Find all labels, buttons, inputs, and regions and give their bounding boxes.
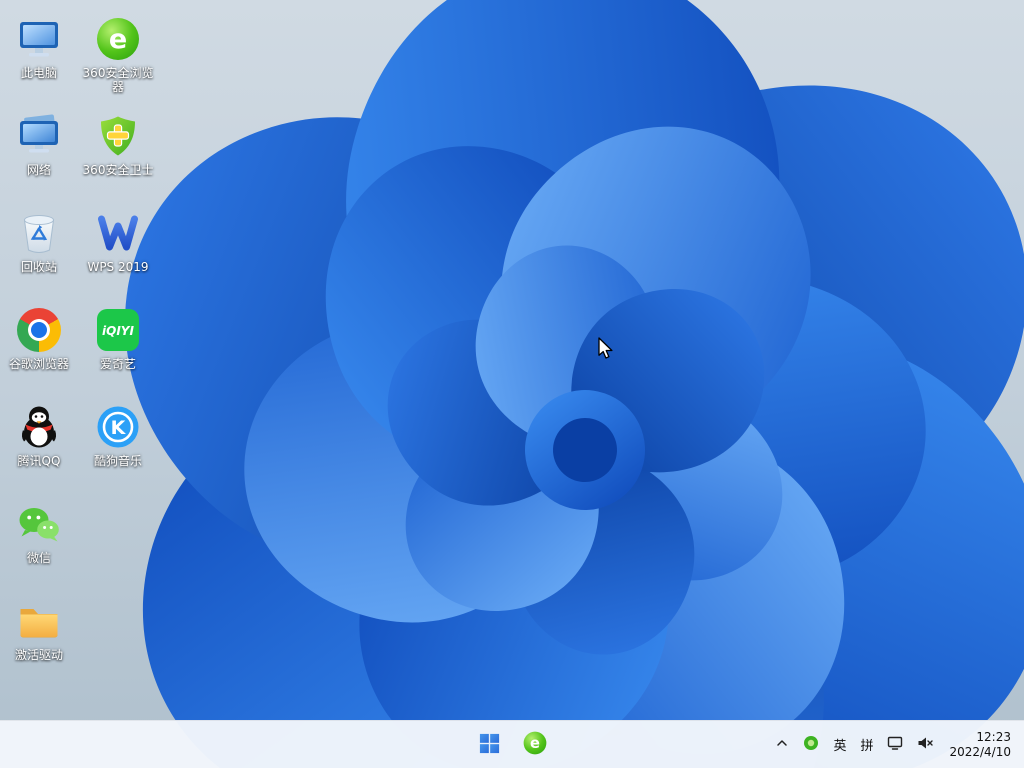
wechat-bubbles-icon [15, 500, 63, 548]
svg-text:iQIYI: iQIYI [102, 324, 134, 338]
volume-button[interactable] [910, 725, 940, 765]
folder-icon [15, 597, 63, 645]
desktop-icon-qq[interactable]: 腾讯QQ [0, 394, 78, 491]
system-tray: 英 拼 12:23 2022/4/10 [768, 721, 1020, 768]
qq-penguin-icon [15, 403, 63, 451]
desktop-icon-column-1: 此电脑 网络 回收站 谷歌浏览器 腾讯QQ 微信 激活驱动 [0, 6, 78, 685]
tray-360-button[interactable] [796, 725, 826, 765]
clock[interactable]: 12:23 2022/4/10 [940, 725, 1020, 765]
desktop-icon-label: 爱奇艺 [99, 357, 136, 371]
desktop-icon-network[interactable]: 网络 [0, 103, 78, 200]
desktop-icon-360-browser[interactable]: e 360安全浏览器 [79, 6, 157, 103]
desktop-icon-this-pc[interactable]: 此电脑 [0, 6, 78, 103]
start-button[interactable] [468, 724, 510, 766]
network-monitor-icon [15, 112, 63, 160]
green-shield-cross-icon [94, 112, 142, 160]
monitor-icon [15, 15, 63, 63]
volume-muted-icon [917, 735, 934, 755]
clock-date: 2022/4/10 [949, 744, 1011, 759]
desktop-icon-360-guard[interactable]: 360安全卫士 [79, 103, 157, 200]
iqiyi-green-square-icon: iQIYI [94, 306, 142, 354]
taskbar-center-icons: e [468, 721, 556, 768]
taskbar: e 英 拼 12:23 2022/4/10 [0, 720, 1024, 768]
green-e-circle-icon: e [94, 15, 142, 63]
desktop-icon-label: 激活驱动 [14, 648, 63, 662]
360-tray-icon [803, 735, 819, 755]
desktop-icon-kugou[interactable]: K 酷狗音乐 [79, 394, 157, 491]
desktop-icon-label: 360安全卫士 [82, 163, 154, 177]
desktop: 此电脑 网络 回收站 谷歌浏览器 腾讯QQ 微信 激活驱动 e 360安全浏览器… [0, 0, 1024, 768]
desktop-icon-label: 谷歌浏览器 [8, 357, 69, 371]
network-icon [887, 735, 903, 755]
ime-language-indicator[interactable]: 英 [826, 725, 853, 765]
desktop-icon-chrome[interactable]: 谷歌浏览器 [0, 297, 78, 394]
desktop-icon-wechat[interactable]: 微信 [0, 491, 78, 588]
taskbar-360-browser-button[interactable]: e [514, 724, 556, 766]
network-button[interactable] [880, 725, 910, 765]
desktop-icon-wps[interactable]: WPS 2019 [79, 200, 157, 297]
svg-text:e: e [109, 24, 127, 55]
clock-time: 12:23 [976, 729, 1011, 744]
tray-chevron-button[interactable] [768, 725, 796, 765]
kugou-blue-circle-k-icon: K [94, 403, 142, 451]
svg-text:K: K [111, 417, 127, 439]
desktop-icon-iqiyi[interactable]: iQIYI 爱奇艺 [79, 297, 157, 394]
desktop-icon-recycle-bin[interactable]: 回收站 [0, 200, 78, 297]
desktop-icon-label: 360安全浏览器 [82, 66, 154, 94]
desktop-icon-label: 此电脑 [20, 66, 57, 80]
desktop-icon-activation-folder[interactable]: 激活驱动 [0, 588, 78, 685]
chrome-icon [15, 306, 63, 354]
desktop-icon-label: 网络 [26, 163, 51, 177]
svg-text:e: e [530, 735, 540, 752]
desktop-icon-label: 微信 [26, 551, 51, 565]
recycle-bin-icon [15, 209, 63, 257]
desktop-icon-label: WPS 2019 [87, 260, 149, 274]
chevron-up-icon [775, 736, 789, 754]
desktop-icon-column-2: e 360安全浏览器 360安全卫士 WPS 2019 iQIYI 爱奇艺 K … [79, 6, 157, 491]
blue-w-icon [94, 209, 142, 257]
desktop-icon-label: 回收站 [20, 260, 57, 274]
ime-pinyin-indicator[interactable]: 拼 [853, 725, 880, 765]
windows-start-icon [478, 732, 501, 758]
desktop-icon-label: 酷狗音乐 [93, 454, 142, 468]
360-browser-icon: e [522, 730, 548, 759]
desktop-icon-label: 腾讯QQ [17, 454, 61, 468]
